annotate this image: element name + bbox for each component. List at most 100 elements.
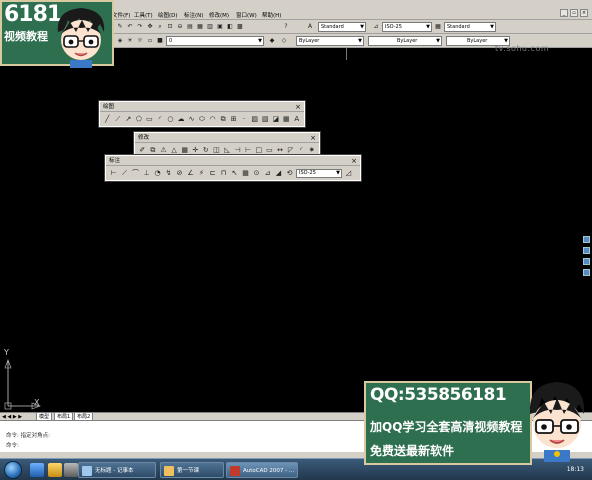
color-select[interactable]: ByLayer ▼ <box>296 36 364 46</box>
match-properties-icon[interactable]: ✎ <box>116 23 124 31</box>
line-icon[interactable]: ╱ <box>103 115 112 124</box>
layer-select[interactable]: 0 ▼ <box>166 36 264 46</box>
help-icon[interactable]: ? <box>282 23 290 31</box>
gradient-icon[interactable]: ▧ <box>261 115 270 124</box>
close-icon[interactable]: × <box>351 156 357 166</box>
draw-palette-header[interactable]: 绘图 × <box>100 102 304 112</box>
close-icon[interactable]: × <box>310 133 316 143</box>
clock[interactable]: 18:13 <box>567 466 584 473</box>
rectangle-icon[interactable]: ▭ <box>145 115 154 124</box>
command-prompt[interactable]: 命令: <box>6 441 19 449</box>
multiline-text-icon[interactable]: A <box>293 115 302 124</box>
zoom-out-icon[interactable] <box>583 258 590 265</box>
scale-icon[interactable]: ◫ <box>212 146 221 155</box>
properties-icon[interactable]: ▤ <box>186 23 194 31</box>
ellipse-arc-icon[interactable]: ◠ <box>208 115 217 124</box>
markup-icon[interactable]: ◧ <box>226 23 234 31</box>
extend-icon[interactable]: ⊢ <box>244 146 253 155</box>
move-icon[interactable]: ✛ <box>191 146 200 155</box>
calculator-icon[interactable]: ▩ <box>236 23 244 31</box>
menu-item-draw[interactable]: 绘图(D) <box>158 11 178 19</box>
rotate-icon[interactable]: ↻ <box>202 146 211 155</box>
offset-icon[interactable]: △ <box>170 146 179 155</box>
dim-style-manager-icon[interactable]: ◿ <box>344 169 353 178</box>
taskbar-item-notepad[interactable]: 无标题 - 记事本 <box>78 462 156 478</box>
ellipse-icon[interactable]: ⬭ <box>198 115 207 124</box>
taskbar-item-autocad[interactable]: AutoCAD 2007 - ... <box>226 462 298 478</box>
spline-icon[interactable]: ∿ <box>187 115 196 124</box>
modify-palette-header[interactable]: 修改 × <box>135 133 319 143</box>
linear-dim-icon[interactable]: ⊢ <box>109 169 118 178</box>
dim-text-edit-icon[interactable]: ◢ <box>274 169 283 178</box>
zoom-in-icon[interactable] <box>583 247 590 254</box>
zoom-extents-icon[interactable] <box>583 269 590 276</box>
dim-style-palette-select[interactable]: ISO-25 ▼ <box>296 168 342 178</box>
pan-icon[interactable] <box>583 236 590 243</box>
tool-palettes-icon[interactable]: ▥ <box>206 23 214 31</box>
baseline-dim-icon[interactable]: ⊏ <box>208 169 217 178</box>
linetype-select[interactable]: ByLayer ▼ <box>368 36 442 46</box>
break-at-point-icon[interactable]: □ <box>255 146 264 155</box>
dim-edit-icon[interactable]: ⊿ <box>263 169 272 178</box>
menu-item-file[interactable]: 文件(F) <box>112 11 130 19</box>
fillet-icon[interactable]: ◜ <box>297 146 306 155</box>
pan-icon[interactable]: ✥ <box>146 23 154 31</box>
table-style-select[interactable]: Standard ▼ <box>444 22 496 32</box>
text-style-select[interactable]: Standard ▼ <box>318 22 366 32</box>
stretch-icon[interactable]: ◺ <box>223 146 232 155</box>
restore-icon[interactable]: ▫ <box>570 9 578 17</box>
radius-dim-icon[interactable]: ◔ <box>153 169 162 178</box>
quick-dim-icon[interactable]: ⚡ <box>197 169 206 178</box>
menu-item-dimension[interactable]: 标注(N) <box>184 11 203 19</box>
undo-icon[interactable]: ↶ <box>126 23 134 31</box>
zoom-previous-icon[interactable]: ⊖ <box>176 23 184 31</box>
zoom-window-icon[interactable]: ⊡ <box>166 23 174 31</box>
tolerance-icon[interactable]: ▦ <box>241 169 250 178</box>
sheet-set-icon[interactable]: ▣ <box>216 23 224 31</box>
table-icon[interactable]: ▦ <box>282 115 291 124</box>
mirror-icon[interactable]: ⚠ <box>159 146 168 155</box>
taskbar-item-lesson[interactable]: 第一节课 <box>160 462 224 478</box>
copy-icon[interactable]: ⧉ <box>149 146 158 155</box>
explorer-icon[interactable] <box>48 463 62 477</box>
dim-update-icon[interactable]: ⟲ <box>285 169 294 178</box>
region-icon[interactable]: ◪ <box>272 115 281 124</box>
arc-icon[interactable]: ◜ <box>156 115 165 124</box>
break-icon[interactable]: ▭ <box>265 146 274 155</box>
trim-icon[interactable]: ⊣ <box>233 146 242 155</box>
dim-style-select[interactable]: ISO-25 ▼ <box>382 22 432 32</box>
quick-leader-icon[interactable]: ↖ <box>230 169 239 178</box>
revision-cloud-icon[interactable]: ☁ <box>177 115 186 124</box>
angular-dim-icon[interactable]: ∠ <box>186 169 195 178</box>
layer-manager-icon[interactable]: ◈ <box>116 37 124 45</box>
menu-item-help[interactable]: 帮助(H) <box>262 11 281 19</box>
redo-icon[interactable]: ↷ <box>136 23 144 31</box>
point-icon[interactable]: · <box>240 115 249 124</box>
zoom-realtime-icon[interactable]: ⌕ <box>156 23 164 31</box>
dimension-palette-header[interactable]: 标注 × <box>106 156 360 166</box>
menu-item-tools[interactable]: 工具(T) <box>134 11 153 19</box>
insert-block-icon[interactable]: ⧉ <box>219 115 228 124</box>
minimize-icon[interactable]: _ <box>560 9 568 17</box>
construction-line-icon[interactable]: ⟋ <box>114 115 123 124</box>
join-icon[interactable]: ↔ <box>276 146 285 155</box>
menu-item-window[interactable]: 窗口(W) <box>236 11 257 19</box>
diameter-dim-icon[interactable]: ⊘ <box>175 169 184 178</box>
chamfer-icon[interactable]: ◸ <box>286 146 295 155</box>
circle-icon[interactable]: ○ <box>166 115 175 124</box>
start-button[interactable] <box>4 461 22 479</box>
center-mark-icon[interactable]: ⊙ <box>252 169 261 178</box>
ordinate-dim-icon[interactable]: ⊥ <box>142 169 151 178</box>
media-player-icon[interactable] <box>64 463 78 477</box>
aligned-dim-icon[interactable]: ⟋ <box>120 169 129 178</box>
close-icon[interactable]: × <box>580 9 588 17</box>
close-icon[interactable]: × <box>295 102 301 112</box>
make-block-icon[interactable]: ⊞ <box>229 115 238 124</box>
layer-previous-icon[interactable]: ◇ <box>280 37 288 45</box>
hatch-icon[interactable]: ▨ <box>250 115 259 124</box>
make-current-icon[interactable]: ◆ <box>268 37 276 45</box>
arc-length-icon[interactable]: ⌒ <box>131 169 140 178</box>
menu-item-modify[interactable]: 修改(M) <box>209 11 229 19</box>
erase-icon[interactable]: ✐ <box>138 146 147 155</box>
polyline-icon[interactable]: ↗ <box>124 115 133 124</box>
